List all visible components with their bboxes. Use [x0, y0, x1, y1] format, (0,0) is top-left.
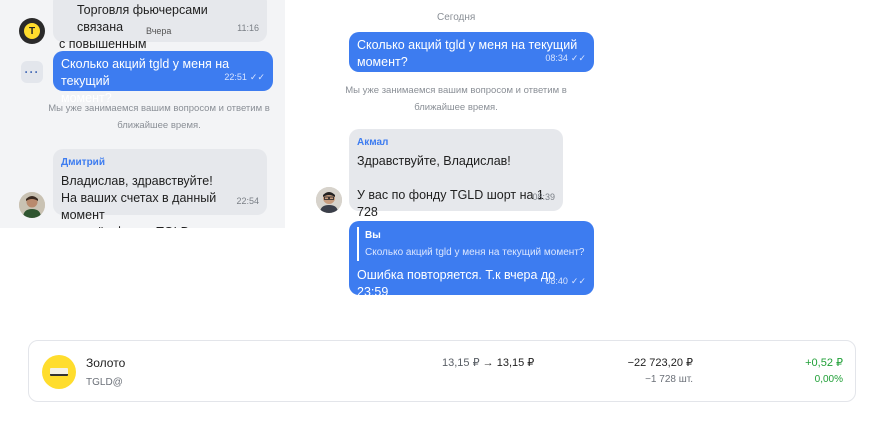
- user-message: Сколько акций tgld у меня на текущий мом…: [349, 32, 594, 72]
- user-message: Сколько акций tgld у меня на текущий мом…: [53, 51, 273, 105]
- bot-message: Торговля фьючерсами связана с повышенным…: [53, 0, 267, 51]
- person-photo-icon: [19, 192, 45, 218]
- double-check-icon: ✓✓: [570, 53, 586, 63]
- reply-message: Вы Сколько акций tgld у меня на текущий …: [349, 221, 594, 299]
- gold-bar-icon: [42, 355, 76, 389]
- quote-author: Вы: [365, 230, 381, 241]
- date-separator: Сегодня: [437, 12, 476, 23]
- bot-avatar: T: [19, 18, 45, 44]
- person-photo-icon: [316, 187, 342, 213]
- price-from: 13,15 ₽: [442, 357, 480, 369]
- agent-avatar: [19, 192, 45, 218]
- message-time: 08:34: [545, 53, 568, 63]
- double-check-icon: ✓✓: [249, 72, 265, 82]
- agent-message-text: Владислав, здравствуйте! На ваших счетах…: [61, 174, 217, 228]
- position-row[interactable]: Золото TGLD@ 13,15 ₽ → 13,15 ₽ −22 723,2…: [28, 340, 856, 402]
- change-absolute: +0,52 ₽: [805, 357, 843, 369]
- asset-ticker: TGLD@: [86, 377, 123, 388]
- message-time: 11:16: [237, 23, 259, 33]
- more-options-button[interactable]: ···: [21, 61, 43, 83]
- more-dots-icon: ···: [24, 65, 40, 79]
- tinkoff-logo-icon: T: [24, 23, 40, 39]
- agent-name: Дмитрий: [61, 157, 105, 168]
- chat-panel-yesterday: T Торговля фьючерсами связана с повышенн…: [0, 0, 285, 228]
- message-time: 08:40: [545, 276, 568, 286]
- screenshot-root: T Торговля фьючерсами связана с повышенн…: [0, 0, 891, 440]
- system-message: Мы уже занимаемся вашим вопросом и ответ…: [330, 82, 582, 116]
- message-time: 22:54: [236, 196, 259, 206]
- change-percent: 0,00%: [814, 374, 843, 385]
- chat-panel-today: Сегодня Сколько акций tgld у меня на тек…: [308, 0, 603, 300]
- message-status: 08:40 ✓✓: [545, 273, 586, 290]
- system-message-text: Мы уже занимаемся вашим вопросом и ответ…: [48, 103, 270, 131]
- message-status: 08:34 ✓✓: [545, 50, 586, 67]
- message-time: 22:51: [224, 72, 247, 82]
- quote-text: Сколько акций tgld у меня на текущий мом…: [365, 247, 585, 258]
- system-message-text: Мы уже занимаемся вашим вопросом и ответ…: [345, 85, 567, 113]
- asset-name: Золото: [86, 356, 126, 370]
- price-change: 13,15 ₽ → 13,15 ₽: [442, 356, 534, 369]
- agent-message: Дмитрий Владислав, здравствуйте! На ваши…: [53, 149, 267, 228]
- system-message: Мы уже занимаемся вашим вопросом и ответ…: [33, 100, 285, 134]
- message-status: 22:51 ✓✓: [224, 69, 265, 86]
- agent-avatar: [316, 187, 342, 213]
- double-check-icon: ✓✓: [570, 276, 586, 286]
- arrow-right-icon: →: [482, 357, 494, 369]
- agent-message: Акмал Здравствуйте, Владислав! У вас по …: [349, 129, 563, 236]
- reply-quote[interactable]: Вы Сколько акций tgld у меня на текущий …: [357, 227, 586, 261]
- price-to: 13,15 ₽: [496, 357, 535, 369]
- position-value: −22 723,20 ₽: [627, 357, 693, 369]
- position-quantity: −1 728 шт.: [645, 374, 693, 385]
- message-time: 08:39: [532, 192, 555, 202]
- date-overlay: Вчера: [146, 26, 172, 36]
- agent-name: Акмал: [357, 137, 389, 148]
